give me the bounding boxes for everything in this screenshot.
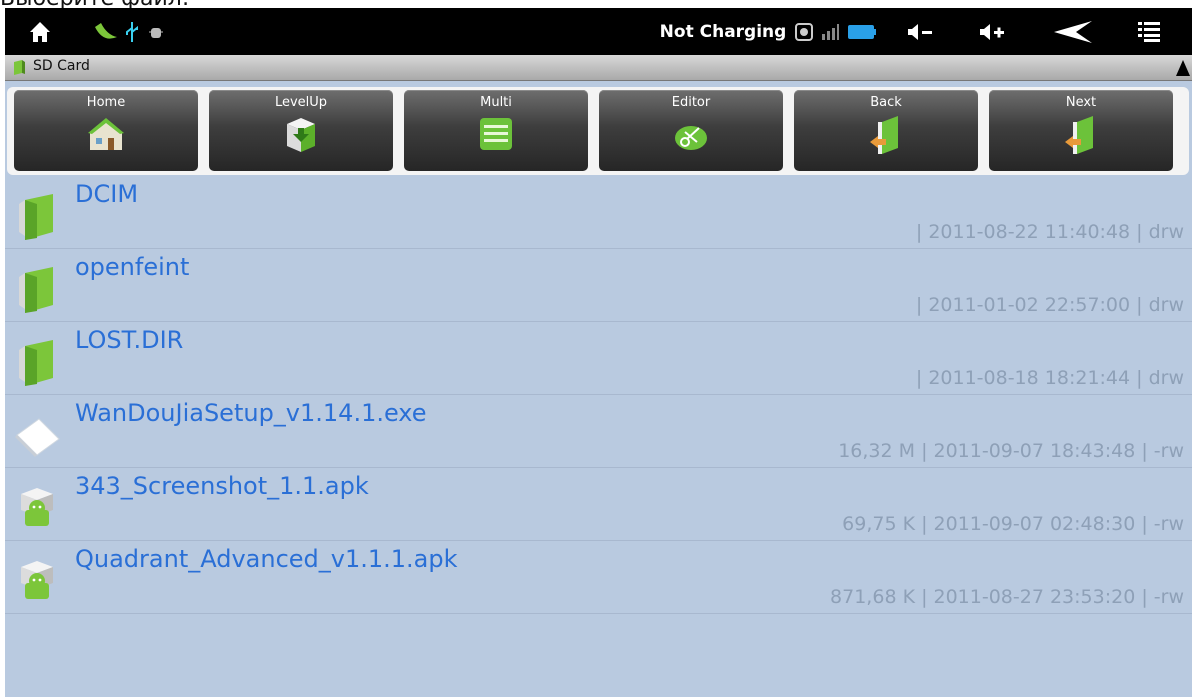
- door-back-icon: [870, 116, 898, 154]
- door-next-icon: [1065, 116, 1093, 154]
- dialog-caption: Выберите файл:: [0, 0, 189, 11]
- list-item[interactable]: Quadrant_Advanced_v1.1.1.apk 871,68 K | …: [5, 541, 1192, 614]
- file-list: DCIM | 2011-08-22 11:40:48 | drw openfei…: [5, 176, 1192, 614]
- list-item[interactable]: WanDouJiaSetup_v1.14.1.exe 16,32 M | 201…: [5, 395, 1192, 468]
- folder-icon: [19, 267, 53, 313]
- list-item[interactable]: LOST.DIR | 2011-08-18 18:21:44 | drw: [5, 322, 1192, 395]
- home-button[interactable]: Home: [14, 90, 198, 171]
- folder-icon: [19, 194, 53, 240]
- signal-icon: [818, 8, 842, 55]
- file-name: Quadrant_Advanced_v1.1.1.apk: [75, 545, 458, 573]
- apk-icon: [21, 488, 53, 526]
- home-button-label: Home: [86, 95, 126, 110]
- apk-icon: [21, 561, 53, 599]
- status-bar: Not Charging: [5, 8, 1192, 55]
- file-meta: 16,32 M | 2011-09-07 18:43:48 | -rw: [838, 440, 1184, 462]
- file-meta: 69,75 K | 2011-09-07 02:48:30 | -rw: [842, 513, 1184, 535]
- file-name: WanDouJiaSetup_v1.14.1.exe: [75, 399, 427, 427]
- box-up-icon: [287, 118, 315, 152]
- file-name: 343_Screenshot_1.1.apk: [75, 472, 369, 500]
- next-button-label: Next: [1065, 95, 1097, 110]
- editor-button-label: Editor: [671, 95, 711, 110]
- list-item[interactable]: 343_Screenshot_1.1.apk 69,75 K | 2011-09…: [5, 468, 1192, 541]
- multi-button-label: Multi: [480, 95, 512, 110]
- file-meta: | 2011-01-02 22:57:00 | drw: [915, 294, 1184, 316]
- back-icon[interactable]: [1051, 8, 1095, 55]
- file-name: openfeint: [75, 253, 190, 281]
- file-meta: 871,68 K | 2011-08-27 23:53:20 | -rw: [830, 586, 1184, 608]
- file-meta: | 2011-08-22 11:40:48 | drw: [915, 221, 1184, 243]
- list-item[interactable]: openfeint | 2011-01-02 22:57:00 | drw: [5, 249, 1192, 322]
- device-screen: Not Charging SD Card Home LevelUp Multi …: [5, 8, 1192, 697]
- back-button-label: Back: [870, 95, 902, 110]
- debug-icon: [145, 8, 167, 55]
- volume-down-icon[interactable]: [903, 8, 937, 55]
- editor-button[interactable]: Editor: [599, 90, 783, 171]
- multi-button[interactable]: Multi: [404, 90, 588, 171]
- volume-up-icon[interactable]: [975, 8, 1009, 55]
- path-bar: SD Card: [5, 55, 1192, 81]
- house-icon: [88, 118, 124, 150]
- file-meta: | 2011-08-18 18:21:44 | drw: [915, 367, 1184, 389]
- levelup-button[interactable]: LevelUp: [209, 90, 393, 171]
- toolbar: Home LevelUp Multi Editor Back Next: [7, 87, 1189, 175]
- path-label: SD Card: [33, 58, 90, 74]
- folder-icon: [19, 340, 53, 386]
- battery-icon: [845, 8, 879, 55]
- back-button[interactable]: Back: [794, 90, 978, 171]
- sd-icon: [792, 8, 816, 55]
- file-name: LOST.DIR: [75, 326, 184, 354]
- scroll-up-icon[interactable]: [1176, 60, 1190, 76]
- levelup-button-label: LevelUp: [274, 95, 328, 110]
- scissors-icon: [675, 126, 707, 150]
- home-icon[interactable]: [25, 8, 55, 55]
- file-name: DCIM: [75, 180, 139, 208]
- list-item[interactable]: DCIM | 2011-08-22 11:40:48 | drw: [5, 176, 1192, 249]
- file-icon: [15, 418, 60, 457]
- folder-icon: [14, 60, 25, 75]
- app-icon: [91, 8, 121, 55]
- next-button[interactable]: Next: [989, 90, 1173, 171]
- stack-icon: [480, 118, 512, 150]
- charging-status: Not Charging: [659, 21, 787, 42]
- usb-icon: [121, 8, 143, 55]
- menu-icon[interactable]: [1133, 8, 1165, 55]
